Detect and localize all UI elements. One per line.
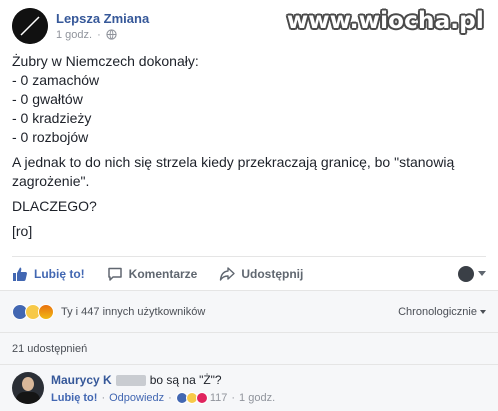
sort-label: Chronologicznie [398, 305, 477, 318]
separator: · [168, 392, 172, 404]
comment-bubble-icon [107, 267, 122, 281]
share-button[interactable]: Udostępnij [219, 266, 303, 282]
angry-icon [38, 303, 54, 320]
post-as-selector[interactable] [458, 265, 486, 282]
comment-actions: Lubię to! · Odpowiedz · 117 · 1 godz. [51, 390, 275, 406]
page-meta: Lepsza Zmiana 1 godz. · [56, 10, 149, 43]
post-timestamp: 1 godz. · [56, 27, 149, 43]
share-arrow-icon [220, 266, 236, 281]
comment-line: Maurycy K bo są na "Ż"? [51, 372, 275, 388]
comment-content: Maurycy K bo są na "Ż"? Lubię to! · Odpo… [51, 372, 275, 411]
thumbs-up-icon [13, 267, 27, 281]
watermark-logo: www.wiocha.pl [286, 8, 484, 34]
comment-item: Maurycy K bo są na "Ż"? Lubię to! · Odpo… [0, 364, 498, 411]
like-button[interactable]: Lubię to! [12, 266, 85, 282]
post-header: Lepsza Zmiana 1 godz. · [12, 6, 149, 46]
comment-text: bo są na "Ż"? [149, 373, 222, 387]
reaction-icons[interactable] [12, 303, 54, 320]
love-icon [195, 392, 208, 404]
facebook-post-card: Lepsza Zmiana 1 godz. · www.wiocha.pl Żu… [0, 0, 498, 411]
post-line: - 0 rozbojów [12, 129, 89, 145]
like-label: Lubię to! [34, 266, 85, 281]
comment-button[interactable]: Komentarze [107, 266, 198, 282]
share-label: Udostępnij [241, 266, 304, 281]
post-line: - 0 gwałtów [12, 91, 83, 107]
post-line: Żubry w Niemczech dokonały: [12, 53, 199, 69]
post-text: Żubry w Niemczech dokonały: - 0 zamachów… [12, 52, 486, 241]
comment-reaction-icons[interactable] [175, 392, 208, 404]
chevron-down-icon [478, 271, 486, 276]
globe-icon [106, 29, 117, 40]
redacted-surname [115, 374, 146, 386]
reactions-count-text[interactable]: Ty i 447 innych użytkowników [61, 306, 205, 318]
comment-reply-button[interactable]: Odpowiedz [109, 390, 164, 406]
shares-count-link[interactable]: 21 udostępnień [12, 343, 87, 355]
post-line: DLACZEGO? [12, 198, 97, 214]
separator: · [101, 392, 106, 404]
page-name-link[interactable]: Lepsza Zmiana [56, 10, 149, 27]
commenter-avatar[interactable] [12, 372, 44, 404]
post-line: - 0 kradzieży [12, 110, 92, 126]
user-avatar [458, 265, 474, 282]
page-avatar[interactable] [12, 8, 48, 44]
reactions-summary: Ty i 447 innych użytkowników Chronologic… [0, 290, 498, 332]
page-logo-icon [12, 8, 48, 44]
chevron-down-icon [480, 309, 486, 314]
comment-sort-dropdown[interactable]: Chronologicznie [398, 306, 486, 318]
separator: · [231, 392, 236, 404]
comment-like-button[interactable]: Lubię to! [51, 390, 97, 406]
time-separator: · [97, 28, 101, 41]
post-action-bar: Lubię to! Komentarze Udostępnij [12, 256, 486, 290]
comment-author-link[interactable]: Maurycy K [51, 372, 112, 388]
post-line: A jednak to do nich się strzela kiedy pr… [12, 154, 455, 189]
comment-label: Komentarze [128, 266, 198, 281]
post-line: [ro] [12, 223, 33, 239]
post-time-text[interactable]: 1 godz. [56, 27, 92, 43]
post-line: - 0 zamachów [12, 72, 100, 88]
comment-reaction-count[interactable]: 117 [210, 390, 228, 406]
shares-summary: 21 udostępnień [0, 332, 498, 364]
comment-time[interactable]: 1 godz. [239, 390, 275, 406]
